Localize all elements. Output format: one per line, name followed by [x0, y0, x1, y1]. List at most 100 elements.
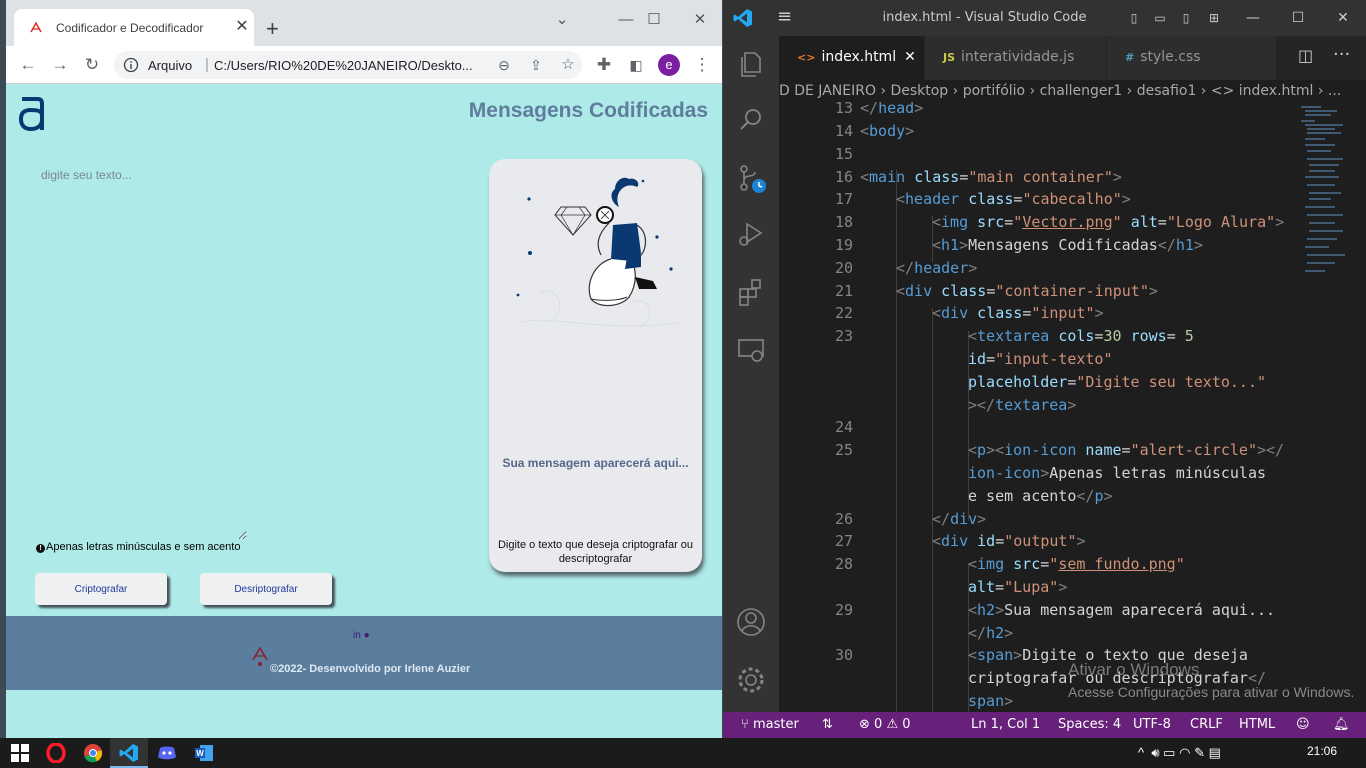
pen-icon[interactable]: ✎	[1194, 745, 1205, 760]
line-number: 14	[834, 122, 853, 140]
settings-gear-icon[interactable]	[735, 664, 767, 696]
zoom-icon[interactable]: ⊖	[494, 55, 514, 75]
notification-center-icon[interactable]: ▤	[1209, 745, 1221, 760]
vscode-close-icon[interactable]: ✕	[1333, 8, 1353, 28]
notifications-bell-icon[interactable]: 🔔︎	[1333, 717, 1350, 732]
alert-text: Apenas letras minúsculas e sem acento	[46, 541, 241, 553]
close-window-icon[interactable]: ✕	[688, 10, 712, 30]
vscode-minimize-icon[interactable]: —	[1243, 8, 1263, 28]
tab-style-css[interactable]: # style.css	[1107, 36, 1277, 80]
page-footer: in ● ©2022- Desenvolvido por Irlene Auzi…	[6, 616, 722, 690]
vscode-window: ≡ index.html - Visual Studio Code ▯ ▭ ▯ …	[723, 0, 1366, 738]
close-tab-icon[interactable]: ✕	[904, 49, 916, 65]
vscode-window-title: index.html - Visual Studio Code	[882, 10, 1087, 25]
volume-icon[interactable]: 🔊︎	[1151, 745, 1159, 760]
cursor-position[interactable]: Ln 1, Col 1	[971, 717, 1040, 732]
word-icon[interactable]: W	[194, 743, 214, 763]
alert-circle-icon: !	[36, 544, 45, 553]
line-number: 18	[834, 213, 853, 231]
taskbar-clock[interactable]: 21:06	[1307, 744, 1337, 758]
code-line: </h2>	[968, 624, 1014, 642]
code-line: <main class="main container">	[860, 168, 1122, 186]
line-number: 29	[834, 601, 853, 619]
vscode-taskbar-active[interactable]	[110, 738, 148, 768]
url-separator: |	[205, 56, 209, 73]
forward-icon[interactable]: →	[50, 55, 70, 75]
menu-kebab-icon[interactable]: ⋮	[692, 55, 712, 75]
explorer-icon[interactable]	[735, 48, 767, 80]
close-tab-icon[interactable]: ✕	[232, 17, 252, 37]
feedback-icon[interactable]: ☺	[1296, 717, 1310, 732]
code-line: alt="Lupa">	[968, 578, 1068, 596]
maximize-icon[interactable]: ☐	[642, 10, 666, 30]
chrome-tab-strip: Codificador e Decodificador ✕ + ⌄ — ☐ ✕	[6, 0, 722, 46]
favicon-icon	[30, 21, 42, 33]
github-icon[interactable]: ●	[364, 630, 370, 641]
vscode-maximize-icon[interactable]: ☐	[1288, 8, 1308, 28]
reload-icon[interactable]: ↻	[82, 55, 102, 75]
alura-logo	[18, 97, 44, 132]
share-icon[interactable]: ⇪	[526, 55, 546, 75]
side-panel-icon[interactable]: ◧	[626, 55, 646, 75]
code-line: <header class="cabecalho">	[896, 190, 1131, 208]
sync-icon[interactable]: ⇅	[822, 717, 833, 732]
url-text[interactable]: C:/Users/RIO%20DE%20JANEIRO/Deskto...	[214, 58, 476, 73]
info-icon[interactable]	[123, 57, 139, 73]
decrypt-button[interactable]: Desriptografar	[200, 573, 332, 605]
linkedin-icon[interactable]: in	[353, 630, 361, 641]
tab-interatividade-js[interactable]: JS interatividade.js	[925, 36, 1107, 80]
discord-icon[interactable]	[157, 743, 177, 763]
browser-tab[interactable]: Codificador e Decodificador ✕	[14, 9, 254, 46]
remote-explorer-icon[interactable]	[735, 334, 767, 366]
language-mode[interactable]: HTML	[1239, 717, 1275, 732]
code-editor[interactable]: 13 14 15 16 17 18 19 20 21 22 23 24 25 2…	[779, 102, 1366, 712]
problems-status[interactable]: ⊗ 0 ⚠ 0	[859, 717, 911, 732]
tab-index-html[interactable]: <> index.html ✕	[779, 36, 925, 80]
eol-status[interactable]: CRLF	[1190, 717, 1223, 732]
toggle-sidebar-icon[interactable]: ▯	[1125, 9, 1143, 27]
line-number: 21	[834, 282, 853, 300]
run-debug-icon[interactable]	[735, 218, 767, 250]
minimize-icon[interactable]: —	[614, 10, 638, 30]
git-branch-icon: ⑂	[741, 717, 749, 732]
opera-icon[interactable]	[46, 743, 66, 763]
extensions-icon[interactable]	[735, 276, 767, 308]
message-textarea[interactable]	[31, 160, 247, 540]
new-tab-icon[interactable]: +	[266, 18, 279, 40]
tab-label: style.css	[1140, 49, 1201, 65]
wifi-icon[interactable]: ◠	[1179, 745, 1190, 760]
breadcrumb[interactable]: D DE JANEIRO › Desktop › portifólio › ch…	[779, 80, 1366, 102]
code-line: <h1>Mensagens Codificadas</h1>	[932, 236, 1203, 254]
activation-watermark-text: Acesse Configurações para ativar o Windo…	[1068, 684, 1355, 700]
code-line: </header>	[896, 259, 978, 277]
address-bar[interactable]: Arquivo | C:/Users/RIO%20DE%20JANEIRO/De…	[114, 51, 582, 79]
source-control-icon[interactable]	[735, 162, 767, 194]
back-icon[interactable]: ←	[18, 55, 38, 75]
system-tray: ^ 🔊︎ ▭ ◠ ✎ ▤	[1138, 745, 1221, 761]
customize-layout-icon[interactable]: ⊞	[1205, 9, 1223, 27]
split-editor-icon[interactable]: ◫	[1298, 46, 1313, 65]
more-actions-icon[interactable]: ···	[1333, 44, 1350, 65]
search-icon[interactable]	[735, 104, 767, 136]
output-hint: Digite o texto que deseja criptografar o…	[497, 539, 694, 565]
tray-chevron-icon[interactable]: ^	[1138, 745, 1144, 760]
profile-avatar[interactable]: e	[658, 54, 680, 76]
toggle-panel-icon[interactable]: ▭	[1151, 9, 1169, 27]
windows-start-icon[interactable]	[10, 743, 30, 763]
branch-status[interactable]: ⑂ master	[741, 717, 799, 732]
extensions-icon[interactable]: ✚	[594, 55, 614, 75]
chrome-icon[interactable]	[83, 743, 103, 763]
code-line: <img src="Vector.png" alt="Logo Alura">	[932, 213, 1285, 231]
indentation-status[interactable]: Spaces: 4	[1058, 717, 1121, 732]
battery-icon[interactable]: ▭	[1163, 745, 1175, 760]
code-line: <body>	[860, 122, 915, 140]
toggle-secondary-sidebar-icon[interactable]: ▯	[1177, 9, 1195, 27]
tab-search-icon[interactable]: ⌄	[550, 10, 574, 30]
encrypt-button[interactable]: Criptografar	[35, 573, 167, 605]
browser-toolbar: ← → ↻ Arquivo | C:/Users/RIO%20DE%20JANE…	[6, 46, 722, 84]
accounts-icon[interactable]	[735, 606, 767, 638]
vscode-titlebar: ≡ index.html - Visual Studio Code ▯ ▭ ▯ …	[723, 0, 1366, 36]
encoding-status[interactable]: UTF-8	[1133, 717, 1171, 732]
minimap[interactable]	[1297, 102, 1357, 282]
bookmark-star-icon[interactable]: ☆	[558, 55, 578, 75]
